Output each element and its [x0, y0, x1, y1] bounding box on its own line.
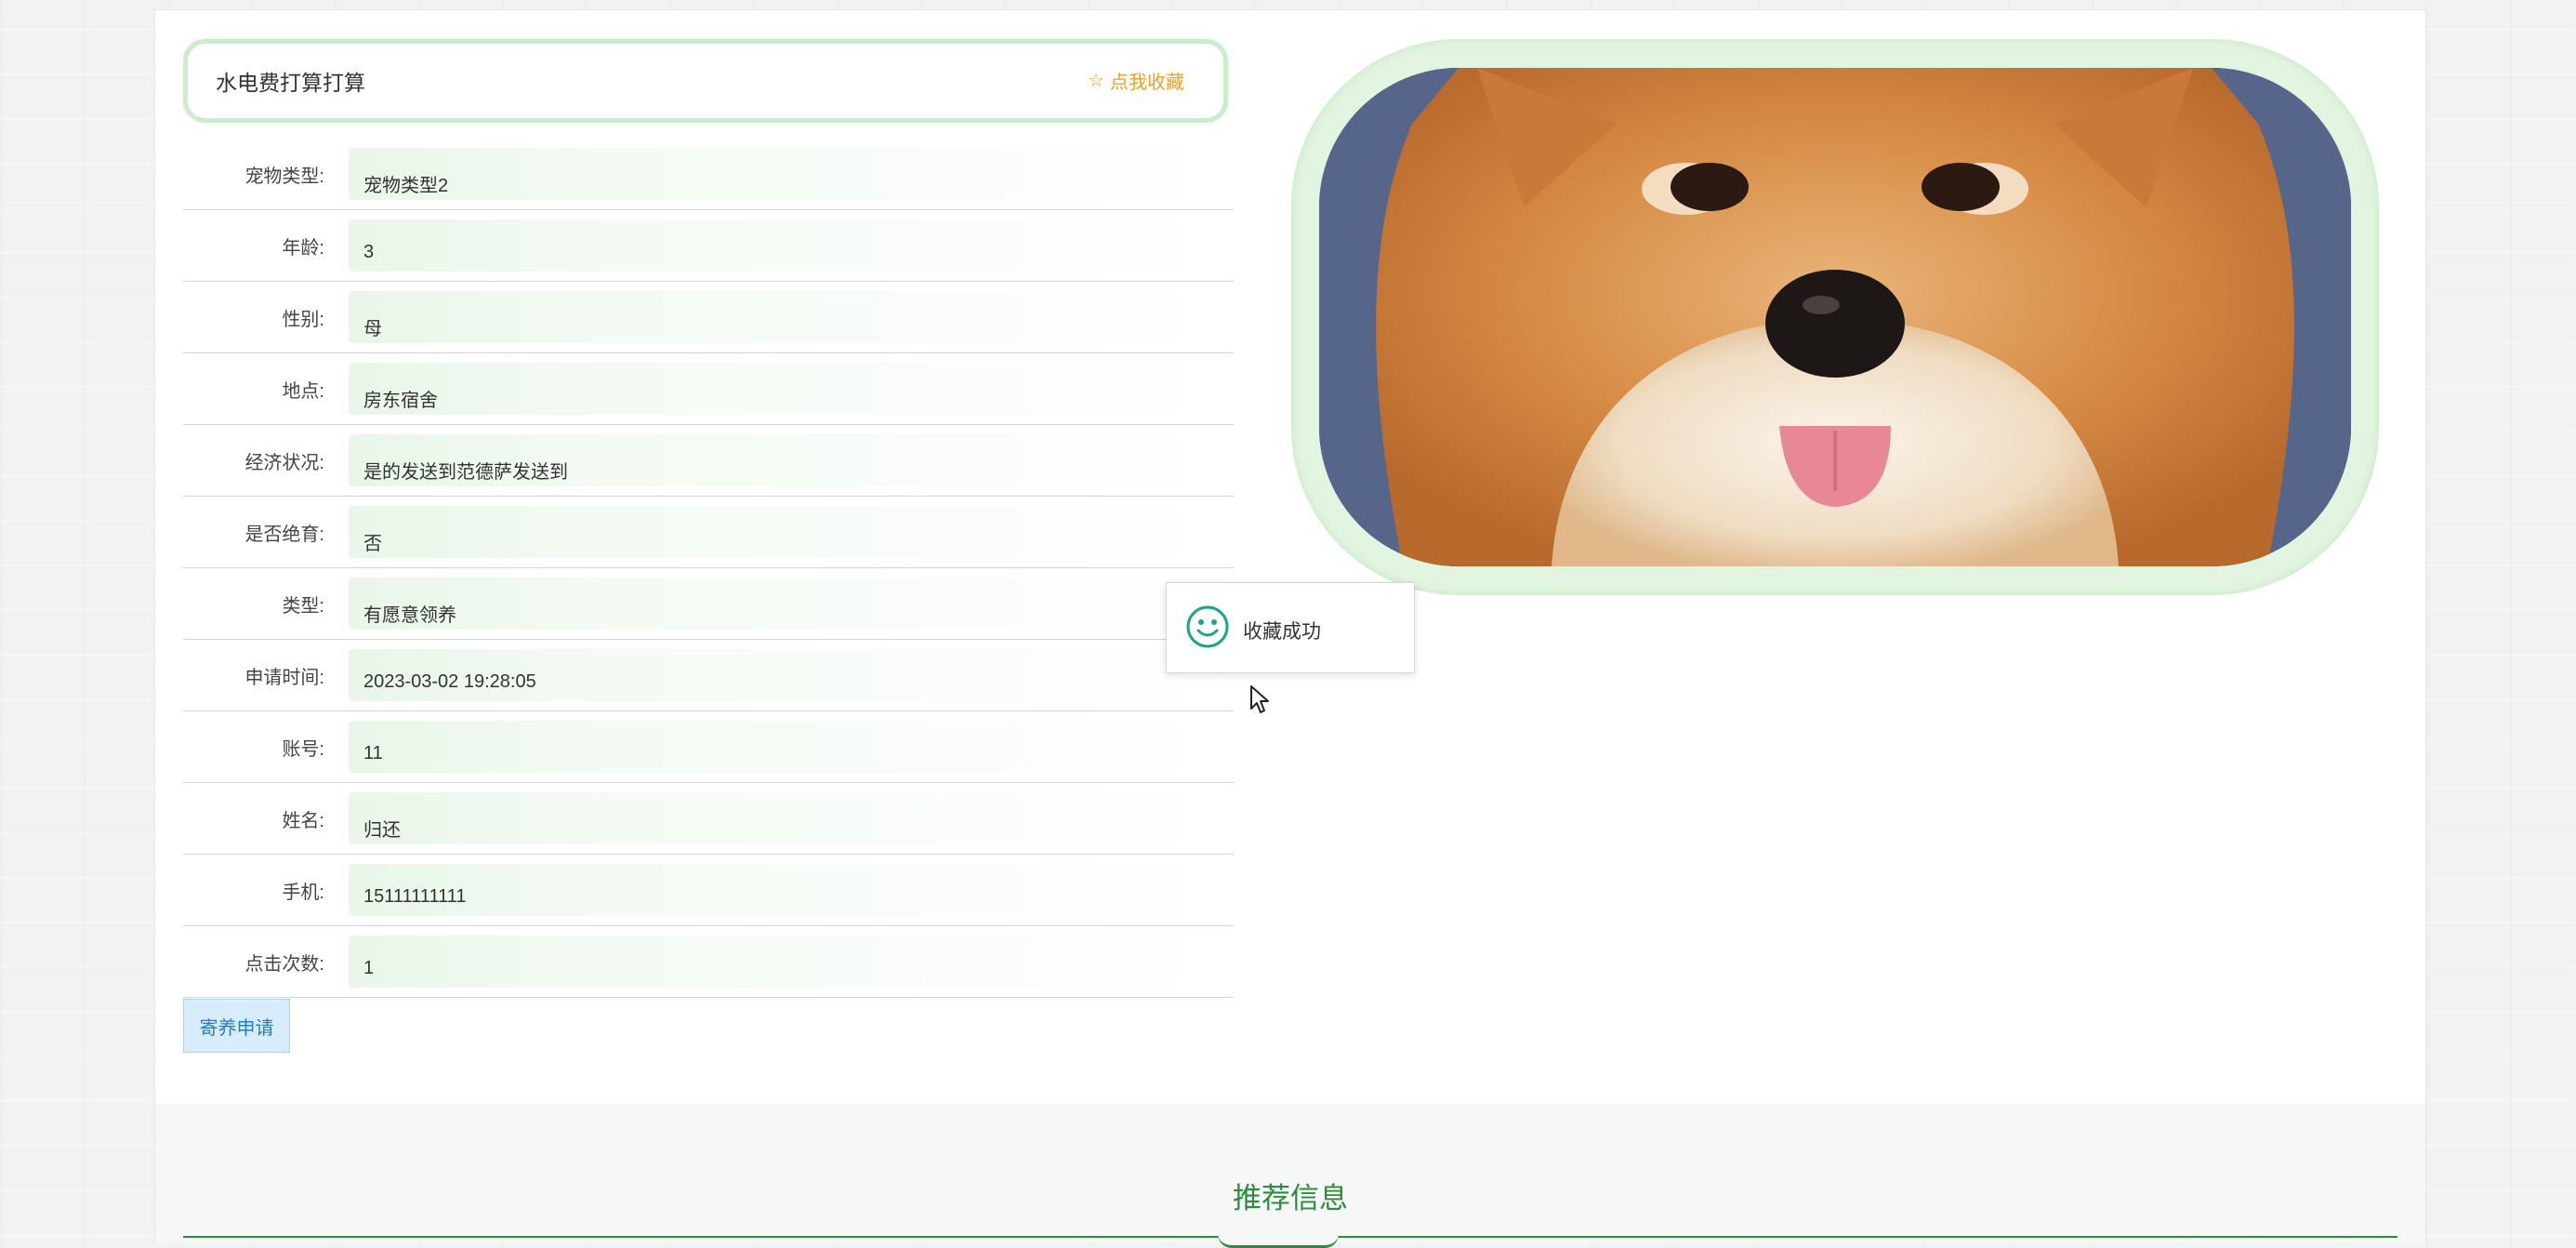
detail-value: 归还 [363, 820, 401, 841]
pet-photo-frame [1291, 39, 2379, 595]
detail-row-economy: 经济状况: 是的发送到范德萨发送到 [183, 425, 1234, 497]
detail-row-type: 类型: 有愿意领养 [183, 568, 1234, 640]
detail-row-apply-time: 申请时间: 2023-03-02 19:28:05 [183, 640, 1234, 711]
detail-row-account: 账号: 11 [183, 711, 1234, 783]
favorite-button[interactable]: ☆ 点我收藏 [1088, 67, 1184, 94]
recommend-divider-notch [1218, 1234, 1339, 1248]
detail-value-box: 宠物类型2 [349, 148, 1234, 200]
toast-message: 收藏成功 [1166, 582, 1415, 673]
detail-value-box: 否 [349, 506, 1234, 558]
detail-row-name: 姓名: 归还 [183, 783, 1234, 855]
detail-value: 是的发送到范德萨发送到 [363, 462, 568, 483]
detail-label: 经济状况: [244, 453, 324, 473]
detail-value-box: 有愿意领养 [349, 578, 1234, 630]
detail-row-gender: 性别: 母 [183, 282, 1234, 353]
detail-value-box: 归还 [349, 792, 1234, 844]
detail-value: 11 [363, 743, 383, 763]
pet-photo[interactable] [1319, 68, 2351, 566]
detail-label: 地点: [282, 381, 324, 402]
detail-label: 点击次数: [244, 954, 324, 975]
detail-value-box: 2023-03-02 19:28:05 [349, 649, 1234, 701]
detail-row-phone: 手机: 15111111111 [183, 855, 1234, 926]
recommend-section: 推荐信息 [155, 1104, 2425, 1248]
detail-row-pet-type: 宠物类型: 宠物类型2 [183, 139, 1234, 210]
detail-value: 宠物类型2 [363, 176, 449, 196]
detail-list: 宠物类型: 宠物类型2 年龄: 3 性别: 母 地点: 房东宿舍 经济状况: 是… [183, 139, 1234, 998]
detail-label: 是否绝育: [244, 524, 324, 545]
favorite-label: 点我收藏 [1110, 73, 1184, 93]
detail-value: 有愿意领养 [363, 605, 456, 626]
detail-row-age: 年龄: 3 [183, 210, 1234, 282]
detail-value: 1 [363, 958, 375, 978]
foster-apply-button[interactable]: 寄养申请 [183, 999, 290, 1053]
detail-value-box: 11 [349, 721, 1234, 773]
toast-text: 收藏成功 [1243, 621, 1321, 643]
detail-label: 年龄: [282, 238, 324, 259]
shiba-dog-illustration [1319, 68, 2351, 566]
pet-title: 水电费打算打算 [216, 71, 365, 95]
mouse-cursor-icon [1250, 685, 1269, 713]
detail-label: 姓名: [282, 811, 324, 831]
detail-value: 2023-03-02 19:28:05 [363, 671, 536, 692]
detail-value: 否 [363, 534, 382, 554]
detail-label: 性别: [282, 310, 324, 330]
detail-value-box: 1 [349, 936, 1234, 988]
detail-value: 3 [363, 242, 375, 262]
recommend-title: 推荐信息 [1233, 1182, 1348, 1215]
detail-label: 账号: [282, 739, 324, 760]
detail-value: 母 [363, 319, 382, 339]
detail-row-clicks: 点击次数: 1 [183, 926, 1234, 998]
detail-value: 房东宿舍 [363, 391, 438, 411]
smile-icon [1186, 605, 1229, 648]
title-box: 水电费打算打算 ☆ 点我收藏 [183, 39, 1228, 123]
detail-label: 宠物类型: [244, 166, 324, 187]
detail-label: 申请时间: [244, 668, 324, 688]
detail-label: 手机: [282, 883, 324, 903]
detail-value-box: 房东宿舍 [349, 363, 1234, 415]
detail-value-box: 3 [349, 219, 1234, 272]
detail-row-location: 地点: 房东宿舍 [183, 353, 1234, 425]
detail-label: 类型: [282, 596, 324, 617]
star-outline-icon: ☆ [1088, 71, 1104, 91]
detail-row-sterilized: 是否绝育: 否 [183, 497, 1234, 568]
detail-value-box: 母 [349, 291, 1234, 343]
detail-value-box: 15111111111 [349, 864, 1234, 916]
detail-value-box: 是的发送到范德萨发送到 [349, 434, 1234, 486]
detail-value: 15111111111 [363, 886, 467, 907]
